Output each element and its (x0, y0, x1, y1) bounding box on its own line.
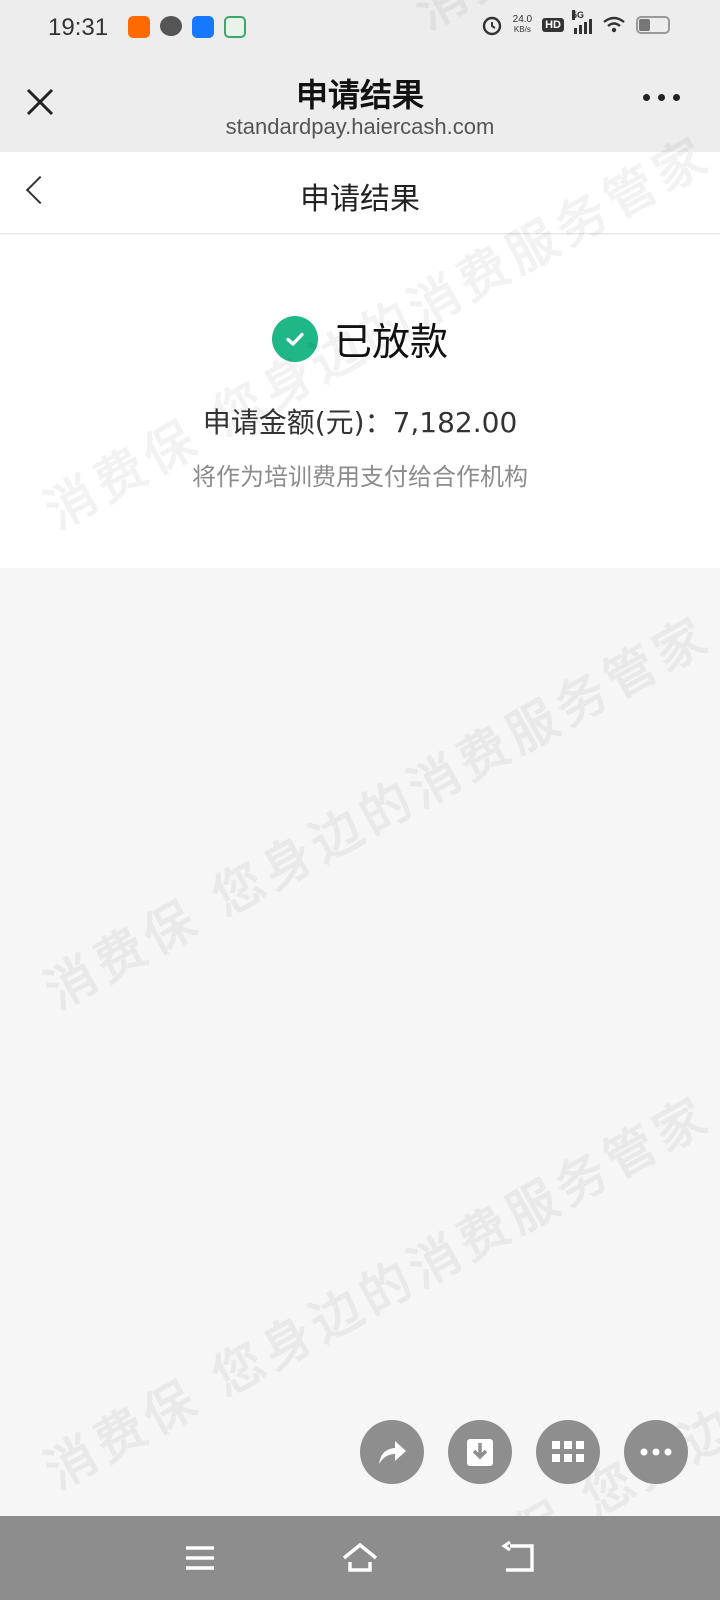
status-bar: 19:31 24.0 KB/s HD 5G (0, 0, 720, 56)
system-nav-bar (0, 1516, 720, 1600)
check-circle-icon (271, 315, 318, 362)
result-card: 已放款 申请金额(元)：7,182.00 将作为培训费用支付给合作机构 (0, 235, 720, 568)
wifi-icon (603, 16, 625, 33)
download-icon (467, 1439, 493, 1466)
more-button[interactable] (624, 1420, 688, 1484)
webview-header: 申请结果 standardpay.haiercash.com (0, 56, 720, 152)
page-title: 申请结果 (300, 182, 420, 217)
alarm-icon (482, 16, 501, 36)
notification-icons (128, 16, 246, 38)
status-row: 已放款 (0, 311, 720, 366)
network-type: 5G (572, 10, 585, 20)
loan-status: 已放款 (333, 320, 448, 364)
hd-badge: HD (542, 18, 564, 32)
status-time: 19:31 (48, 14, 109, 41)
amount-label: 申请金额(元)： (202, 406, 393, 439)
taobao-icon (128, 16, 150, 38)
webview-title: 申请结果 (295, 76, 424, 114)
webview-url: standardpay.haiercash.com (225, 114, 495, 139)
alipay-icon (192, 16, 214, 38)
net-speed-value: 24.0 (512, 14, 533, 25)
menu-icon[interactable] (180, 1540, 220, 1576)
apps-button[interactable] (536, 1420, 600, 1484)
watermark-text: 消费保 您身边的消费服务管家 (35, 605, 720, 1021)
app-icon (224, 16, 246, 38)
net-speed-unit: KB/s (513, 25, 531, 34)
home-icon[interactable] (340, 1540, 380, 1576)
battery-fill (639, 19, 650, 31)
net-speed: 24.0 KB/s (513, 15, 532, 35)
amount-value: 7,182.00 (392, 406, 518, 439)
share-icon (379, 1441, 406, 1464)
signal-icon: 5G (572, 10, 592, 34)
more-menu-icon[interactable] (643, 94, 680, 101)
battery-icon (636, 16, 670, 34)
page-nav-bar: 申请结果 (0, 152, 720, 234)
share-button[interactable] (360, 1420, 424, 1484)
amount-row: 申请金额(元)：7,182.00 (0, 401, 720, 441)
download-button[interactable] (448, 1420, 512, 1484)
payment-note: 将作为培训费用支付给合作机构 (192, 463, 528, 491)
back-icon[interactable] (500, 1540, 540, 1576)
more-icon (640, 1448, 672, 1456)
floating-actions (360, 1420, 688, 1484)
apps-grid-icon (552, 1441, 584, 1462)
chat-bubble-icon (160, 16, 182, 36)
